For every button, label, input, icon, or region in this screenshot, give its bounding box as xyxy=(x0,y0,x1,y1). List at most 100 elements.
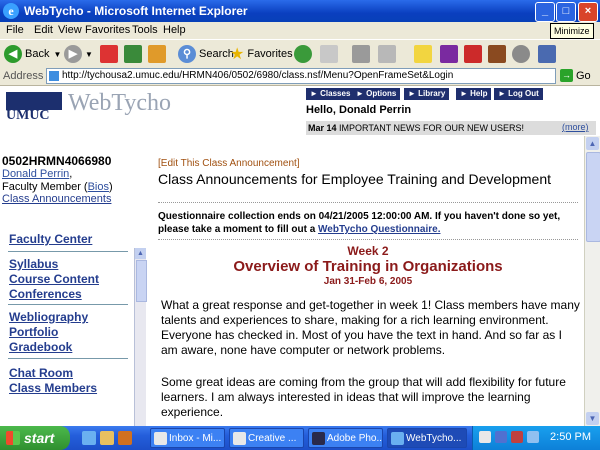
task-adobe-photoshop[interactable]: Adobe Pho... xyxy=(308,428,383,448)
chevron-down-icon: ▼ xyxy=(53,49,62,59)
greeting: Hello, Donald Perrin xyxy=(306,104,412,116)
window-title: WebTycho - Microsoft Internet Explorer xyxy=(24,4,248,18)
forward-button[interactable]: ▶ ▼ xyxy=(64,44,93,64)
web-page: UMUC WebTycho ► Classes ► Options ► Libr… xyxy=(0,86,600,426)
firefox-quicklaunch-icon[interactable] xyxy=(118,431,132,445)
options-button[interactable]: ► Options xyxy=(352,88,401,100)
sidebar-link-gradebook[interactable]: Gradebook xyxy=(9,340,72,354)
media-button[interactable] xyxy=(512,44,530,64)
back-button[interactable]: ◀ Back ▼ xyxy=(4,44,61,64)
minimize-button[interactable]: _ xyxy=(535,2,555,22)
media-icon xyxy=(512,45,530,63)
umuc-logo[interactable]: UMUC xyxy=(0,86,68,126)
discuss-button[interactable] xyxy=(538,44,556,64)
menu-file[interactable]: File xyxy=(6,24,24,36)
folder-quicklaunch-icon[interactable] xyxy=(100,431,114,445)
scroll-thumb[interactable] xyxy=(136,260,147,302)
back-arrow-icon: ◀ xyxy=(4,45,22,63)
help-button[interactable]: ► Help xyxy=(456,88,492,100)
maximize-button[interactable]: □ xyxy=(556,2,576,22)
menu-help[interactable]: Help xyxy=(163,24,186,36)
sidebar-link-course-content[interactable]: Course Content xyxy=(9,272,99,286)
mail-button[interactable] xyxy=(320,44,338,64)
antivirus-icon[interactable] xyxy=(511,431,523,443)
scroll-up-icon[interactable]: ▲ xyxy=(135,248,146,259)
questionnaire-link[interactable]: WebTycho Questionnaire. xyxy=(318,224,440,235)
logout-button[interactable]: ► Log Out xyxy=(494,88,543,100)
volume-icon[interactable] xyxy=(527,431,539,443)
menu-view[interactable]: View xyxy=(58,24,82,36)
role-line: Faculty Member (Bios) xyxy=(2,181,113,193)
news-bar: Mar 14 IMPORTANT NEWS FOR OUR NEW USERS! xyxy=(306,121,596,135)
week-label: Week 2 xyxy=(347,244,389,258)
scroll-down-icon[interactable]: ▼ xyxy=(586,412,599,425)
print-button[interactable] xyxy=(352,44,370,64)
title-bar[interactable]: e WebTycho - Microsoft Internet Explorer… xyxy=(0,0,600,22)
sidebar-link-conferences[interactable]: Conferences xyxy=(9,287,82,301)
close-button[interactable]: × xyxy=(578,2,598,22)
questionnaire-notice: Questionnaire collection ends on 04/21/2… xyxy=(158,211,561,235)
minimize-tooltip: Minimize xyxy=(550,23,594,39)
network-icon[interactable] xyxy=(479,431,491,443)
go-button[interactable]: → Go xyxy=(560,69,598,82)
sidebar-link-webliography[interactable]: Webliography xyxy=(9,310,88,324)
toolbar: ◀ Back ▼ ▶ ▼ ⚲ Search ★ Favorites xyxy=(0,39,600,68)
address-input[interactable]: http://tychousa2.umuc.edu/HRMN406/0502/6… xyxy=(46,68,556,84)
yahoo-button[interactable] xyxy=(440,44,458,64)
task-creative[interactable]: Creative ... xyxy=(229,428,304,448)
task-inbox[interactable]: Inbox - Mi... xyxy=(150,428,225,448)
page-scrollbar[interactable]: ▲ ▼ xyxy=(584,136,600,426)
research-button[interactable] xyxy=(488,44,506,64)
sidebar-scrollbar[interactable]: ▲ xyxy=(134,248,147,426)
news-date: Mar 14 xyxy=(308,123,337,133)
address-bar: Address http://tychousa2.umuc.edu/HRMN40… xyxy=(0,67,600,86)
refresh-icon xyxy=(124,45,142,63)
taskbar: start Inbox - Mi... Creative ... Adobe P… xyxy=(0,426,600,450)
library-button[interactable]: ► Library xyxy=(404,88,450,100)
menu-tools[interactable]: Tools xyxy=(132,24,158,36)
edit-announcement-link[interactable]: [Edit This Class Announcement] xyxy=(158,158,300,169)
home-button[interactable] xyxy=(148,44,166,64)
sidebar-link-syllabus[interactable]: Syllabus xyxy=(9,257,58,271)
bluetooth-icon[interactable] xyxy=(495,431,507,443)
class-announcements-link[interactable]: Class Announcements xyxy=(2,193,111,205)
sidebar-link-chat-room[interactable]: Chat Room xyxy=(9,366,73,380)
course-id: 0502HRMN4066980 xyxy=(2,154,112,168)
task-webtycho[interactable]: WebTycho... xyxy=(387,428,467,448)
scroll-up-icon[interactable]: ▲ xyxy=(586,137,599,150)
sidebar-divider xyxy=(8,251,128,252)
week-dates: Jan 31-Feb 6, 2005 xyxy=(323,276,413,287)
sidebar-link-faculty-center[interactable]: Faculty Center xyxy=(9,232,92,246)
start-button[interactable]: start xyxy=(0,426,70,450)
home-icon xyxy=(148,45,166,63)
menu-favorites[interactable]: Favorites xyxy=(85,24,130,36)
stop-button[interactable] xyxy=(100,44,118,64)
messenger-icon xyxy=(464,45,482,63)
edit-page-button[interactable] xyxy=(378,44,396,64)
sidebar-link-portfolio[interactable]: Portfolio xyxy=(9,325,58,339)
print-icon xyxy=(352,45,370,63)
favorites-button[interactable]: ★ Favorites xyxy=(230,44,293,64)
user-name-link[interactable]: Donald Perrin xyxy=(2,168,69,180)
user-line: Donald Perrin, xyxy=(2,168,73,180)
refresh-button[interactable] xyxy=(124,44,142,64)
search-button[interactable]: ⚲ Search xyxy=(178,44,234,64)
scroll-thumb[interactable] xyxy=(586,152,600,242)
messenger-button[interactable] xyxy=(464,44,482,64)
classes-button[interactable]: ► Classes xyxy=(306,88,355,100)
system-tray: 2:50 PM xyxy=(472,426,600,450)
sidebar-link-class-members[interactable]: Class Members xyxy=(9,381,97,395)
webtycho-logo: WebTycho xyxy=(68,90,172,116)
windows-flag-icon xyxy=(6,431,20,445)
dotted-divider xyxy=(158,239,578,240)
menu-edit[interactable]: Edit xyxy=(34,24,53,36)
more-link[interactable]: (more) xyxy=(562,122,589,132)
bios-link[interactable]: Bios xyxy=(88,181,109,193)
ie-quicklaunch-icon[interactable] xyxy=(82,431,96,445)
photoshop-icon xyxy=(312,432,325,445)
star-icon: ★ xyxy=(230,46,245,63)
history-button[interactable] xyxy=(294,44,312,64)
notes-button[interactable] xyxy=(414,44,432,64)
address-label: Address xyxy=(3,70,44,82)
discuss-icon xyxy=(538,45,556,63)
